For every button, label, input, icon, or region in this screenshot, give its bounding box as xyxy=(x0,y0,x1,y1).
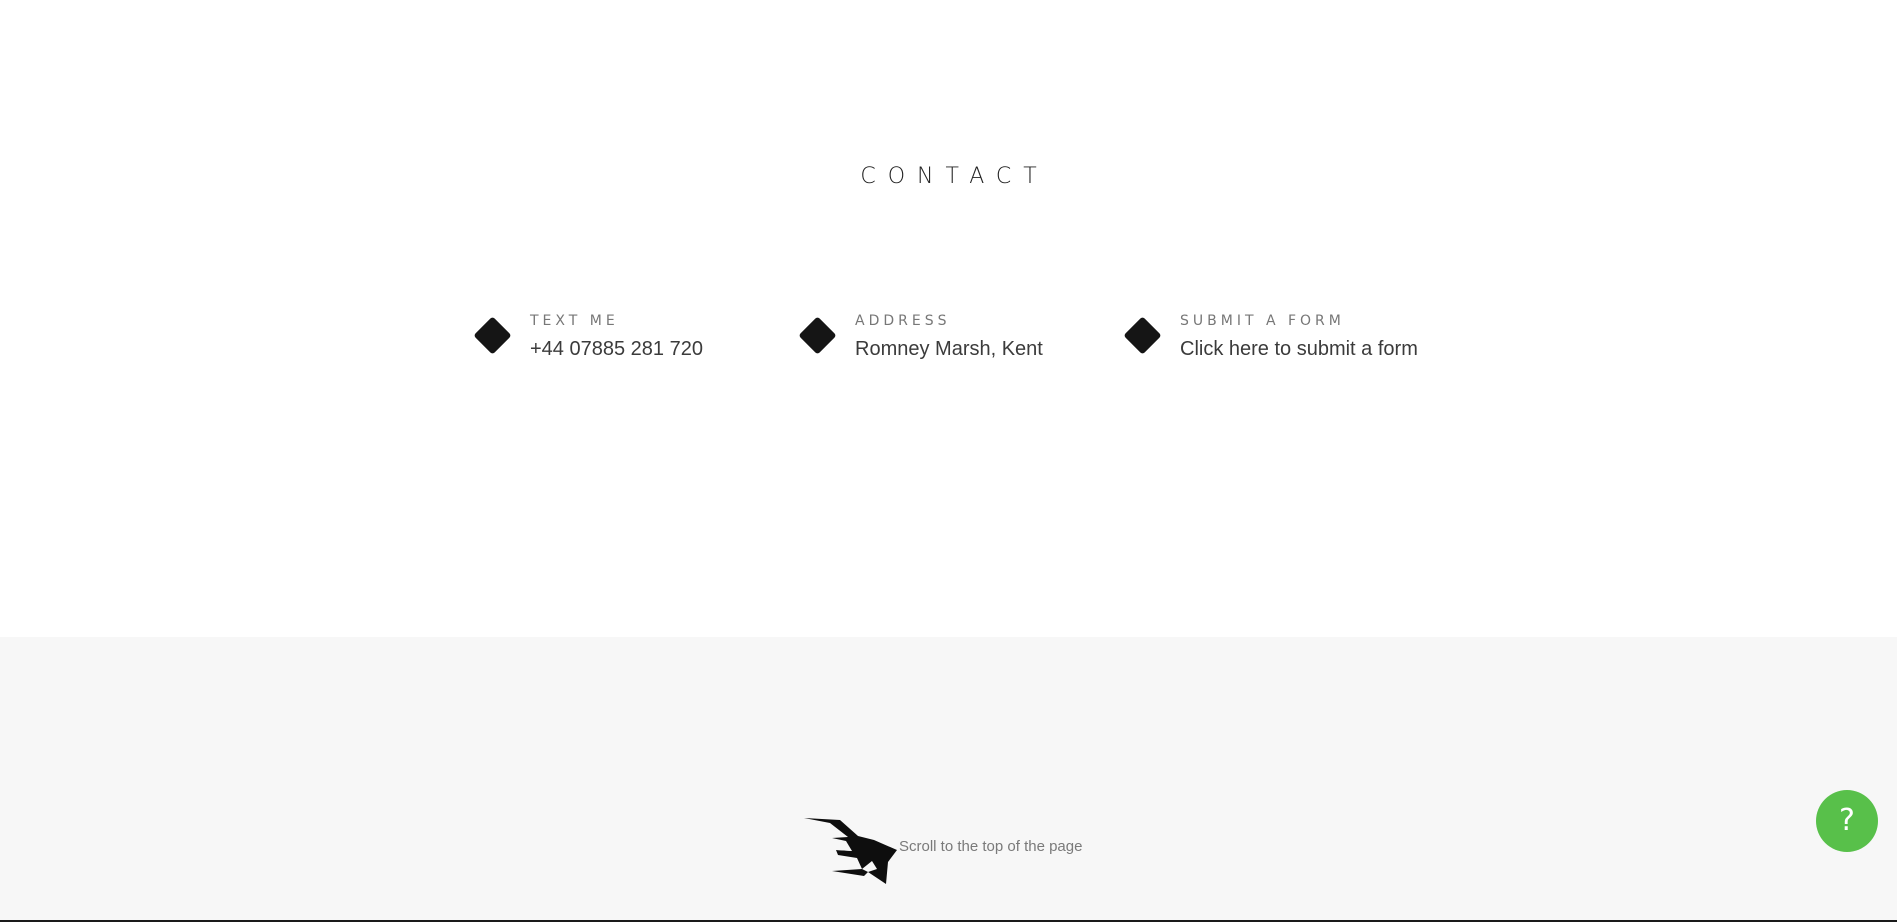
help-button[interactable]: ? xyxy=(1816,790,1878,852)
bull-logo-icon xyxy=(804,818,897,884)
scroll-to-top-link[interactable]: Scroll to the top of the page xyxy=(802,814,1102,886)
contact-section: CONTACT TEXT ME +44 07885 281 720 ADDRES… xyxy=(0,0,1897,637)
phone-link[interactable]: +44 07885 281 720 xyxy=(530,336,703,362)
diamond-icon xyxy=(473,316,512,355)
contact-item-label: TEXT ME xyxy=(530,313,619,329)
contact-item-label: SUBMIT A FORM xyxy=(1180,313,1345,329)
diamond-icon xyxy=(1123,316,1162,355)
page: CONTACT TEXT ME +44 07885 281 720 ADDRES… xyxy=(0,0,1897,922)
submit-form-link[interactable]: Click here to submit a form xyxy=(1180,336,1418,362)
diamond-icon xyxy=(798,316,837,355)
scroll-to-top-label: Scroll to the top of the page xyxy=(899,838,1083,855)
contact-title: CONTACT xyxy=(860,164,1049,189)
contact-item-label: ADDRESS xyxy=(855,313,951,329)
address-text: Romney Marsh, Kent xyxy=(855,338,1043,360)
